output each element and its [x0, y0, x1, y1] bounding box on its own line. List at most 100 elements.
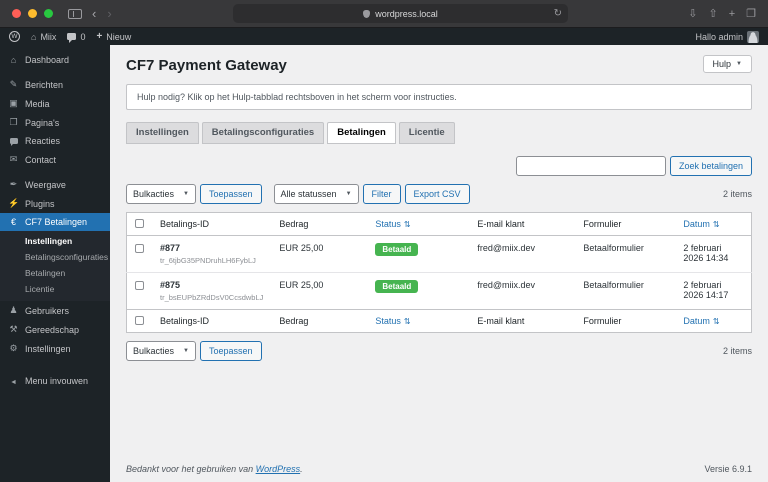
search-box: Zoek betalingen	[126, 156, 752, 176]
share-icon[interactable]: ⇧	[708, 7, 717, 20]
sidebar-item-label: Berichten	[25, 79, 64, 90]
posts-icon	[8, 79, 19, 90]
pages-icon	[8, 117, 19, 128]
wp-logo-menu[interactable]: W	[9, 31, 20, 42]
page-title: CF7 Payment Gateway	[126, 57, 287, 74]
fullscreen-window-button[interactable]	[44, 9, 53, 18]
collapse-menu-button[interactable]: Menu invouwen	[0, 372, 110, 390]
bulk-actions-select-bottom[interactable]: Bulkacties ▼	[126, 341, 196, 361]
sidebar-item-label: Dashboard	[25, 55, 70, 65]
new-tab-icon[interactable]: +	[729, 8, 735, 20]
minimize-window-button[interactable]	[28, 9, 37, 18]
sidebar-item-label: Gebruikers	[25, 305, 70, 316]
bulk-actions-select[interactable]: Bulkacties ▼	[126, 184, 196, 204]
sidebar-item-label: Reacties	[25, 136, 61, 146]
admin-footer: Bedankt voor het gebruiken van WordPress…	[126, 454, 752, 474]
sidebar-item-contact[interactable]: Contact	[0, 150, 110, 169]
new-content-label: Nieuw	[106, 31, 132, 42]
back-button[interactable]: ‹	[91, 7, 97, 20]
users-icon	[8, 305, 19, 316]
site-name-menu[interactable]: ⌂ Miix	[31, 32, 56, 42]
sidebar-item-reacties[interactable]: Reacties	[0, 132, 110, 150]
tab-overview-icon[interactable]: ❐	[746, 7, 756, 20]
wordpress-link[interactable]: WordPress	[256, 464, 301, 474]
reload-icon[interactable]: ↻	[554, 8, 562, 19]
payment-amount: EUR 25,00	[279, 280, 324, 290]
close-window-button[interactable]	[12, 9, 21, 18]
search-input[interactable]	[515, 156, 666, 176]
transaction-id: tr_6tjbG35PNDruhLH6FybLJ	[160, 256, 256, 265]
sidebar-item-gereedschap[interactable]: Gereedschap	[0, 320, 110, 339]
sidebar-item-gebruikers[interactable]: Gebruikers	[0, 301, 110, 320]
privacy-shield-icon	[363, 9, 371, 18]
settings-icon	[8, 343, 19, 354]
status-badge: Betaald	[375, 243, 419, 256]
sidebar-item-dashboard[interactable]: Dashboard	[0, 51, 110, 69]
plus-icon: +	[96, 31, 103, 42]
filter-button[interactable]: Filter	[362, 184, 401, 204]
sidebar-item-label: Weergave	[25, 179, 66, 190]
payment-id[interactable]: #875	[160, 280, 263, 290]
sidebar-item-instellingen[interactable]: Instellingen	[0, 339, 110, 358]
sidebar-item-cf7-betalingen[interactable]: CF7 Betalingen	[0, 213, 110, 231]
avatar	[747, 30, 759, 43]
sidebar-item-weergave[interactable]: Weergave	[0, 175, 110, 194]
status-filter-select[interactable]: Alle statussen ▼	[273, 184, 359, 204]
bulk-actions-label: Bulkacties	[133, 346, 175, 356]
sort-icon: ⇅	[403, 317, 411, 326]
greeting-label: Hallo admin	[695, 31, 743, 42]
url-text: wordpress.local	[375, 8, 438, 19]
screen: ‹ › wordpress.local ↻ ⇩ ⇧ + ❐ W ⌂ Miix 0…	[0, 0, 768, 482]
apply-button-bottom[interactable]: Toepassen	[199, 341, 262, 361]
column-header-status[interactable]: Status ⇅	[367, 212, 470, 236]
row-checkbox[interactable]	[135, 244, 144, 253]
column-header-datum[interactable]: Datum ⇅	[675, 212, 752, 236]
column-footer-betalings-id: Betalings-ID	[152, 309, 272, 333]
sidebar-item-label: Pagina's	[25, 117, 60, 128]
wordpress-logo-icon: W	[9, 31, 20, 42]
forward-button[interactable]: ›	[106, 7, 112, 20]
sidebar-item-media[interactable]: Media	[0, 94, 110, 113]
search-submit-button[interactable]: Zoek betalingen	[669, 156, 752, 176]
sidebar-item-label: CF7 Betalingen	[25, 217, 88, 227]
browser-sidebar-toggle-icon[interactable]	[68, 8, 82, 19]
new-content-menu[interactable]: + Nieuw	[96, 31, 131, 42]
sidebar-item-paginas[interactable]: Pagina's	[0, 113, 110, 132]
window-controls	[12, 9, 53, 18]
comments-menu[interactable]: 0	[67, 32, 85, 43]
row-checkbox[interactable]	[135, 281, 144, 290]
status-filter-label: Alle statussen	[280, 189, 337, 199]
table-row: #875 tr_bsEUPbZRdDsV0CcsdwbLJ EUR 25,00 …	[127, 273, 752, 310]
tab-betalingsconfiguraties[interactable]: Betalingsconfiguraties	[201, 122, 325, 144]
submenu-item-licentie[interactable]: Licentie	[0, 281, 110, 297]
sort-icon: ⇅	[712, 220, 720, 229]
help-notice: Hulp nodig? Klik op het Hulp-tabblad rec…	[126, 84, 752, 110]
select-all-checkbox[interactable]	[135, 316, 144, 325]
tab-betalingen[interactable]: Betalingen	[327, 122, 396, 144]
comments-bubble-icon	[67, 33, 77, 43]
address-bar[interactable]: wordpress.local ↻	[232, 4, 568, 23]
browser-toolbar-icons: ⇩ ⇧ + ❐	[688, 7, 756, 21]
table-row: #877 tr_6tjbG35PNDruhLH6FybLJ EUR 25,00 …	[126, 235, 752, 273]
downloads-icon[interactable]: ⇩	[688, 7, 697, 20]
customer-email: fred@miix.dev	[477, 280, 536, 290]
submenu-item-betalingsconfiguraties[interactable]: Betalingsconfiguraties	[0, 249, 110, 265]
sidebar-item-plugins[interactable]: Plugins	[0, 194, 110, 213]
tab-instellingen[interactable]: Instellingen	[126, 122, 199, 144]
tab-licentie[interactable]: Licentie	[398, 122, 455, 144]
submenu-item-instellingen[interactable]: Instellingen	[0, 233, 110, 249]
column-footer-status[interactable]: Status ⇅	[367, 309, 470, 333]
admin-sidebar: Dashboard Berichten Media Pagina's React…	[0, 45, 110, 482]
tools-icon	[8, 324, 19, 335]
column-footer-datum[interactable]: Datum ⇅	[675, 309, 752, 333]
my-account-menu[interactable]: Hallo admin	[695, 30, 759, 43]
customer-email: fred@miix.dev	[469, 235, 576, 273]
sidebar-item-berichten[interactable]: Berichten	[0, 75, 110, 94]
select-all-checkbox[interactable]	[135, 219, 144, 228]
apply-button[interactable]: Toepassen	[199, 184, 262, 204]
payment-id[interactable]: #877	[160, 243, 263, 253]
submenu-item-betalingen[interactable]: Betalingen	[0, 265, 110, 281]
export-csv-button[interactable]: Export CSV	[404, 184, 470, 204]
help-menu-button[interactable]: Hulp ▼	[702, 55, 752, 73]
column-footer-email: E-mail klant	[469, 309, 576, 333]
